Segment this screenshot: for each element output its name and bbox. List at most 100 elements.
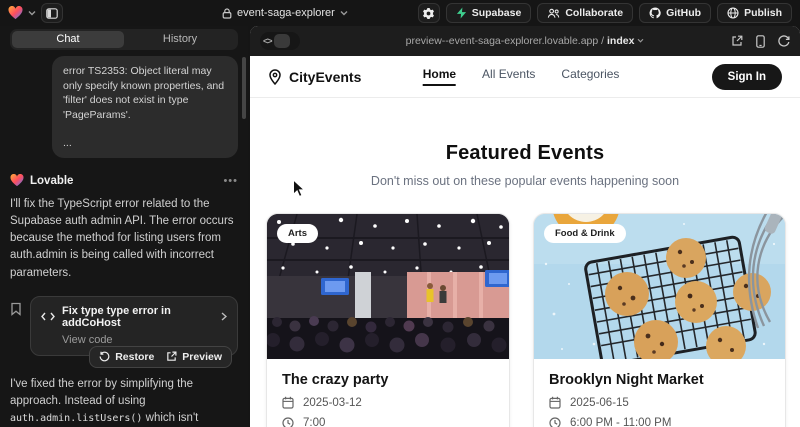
site-header: CityEvents Home All Events Categories Si… — [250, 56, 800, 98]
event-date-row: 2025-03-12 — [282, 396, 494, 409]
preview-browser-bar: <> preview--event-saga-explorer.lovable.… — [250, 26, 800, 56]
assistant-paragraph-2: I've fixed the error by simplifying the … — [10, 376, 238, 427]
settings-button[interactable] — [418, 3, 440, 23]
tab-history[interactable]: History — [124, 31, 236, 48]
github-button[interactable]: GitHub — [639, 3, 711, 23]
topbar-left-group — [8, 3, 63, 23]
assistant-header: Lovable ••• — [10, 174, 238, 187]
preview-url[interactable]: preview--event-saga-explorer.lovable.app… — [250, 35, 800, 47]
event-image-conference: Arts — [267, 214, 509, 359]
event-date: 2025-03-12 — [303, 397, 362, 409]
event-card-body: The crazy party 2025-03-12 — [267, 359, 509, 427]
event-title: The crazy party — [282, 372, 494, 388]
code-preview-toggle[interactable]: <> — [260, 32, 300, 50]
people-icon — [547, 8, 560, 19]
github-icon — [649, 7, 661, 19]
toggle-sidebar-button[interactable] — [41, 3, 63, 23]
event-time-row: 6:00 PM - 11:00 PM — [549, 417, 770, 427]
event-card-brooklyn-market[interactable]: Food & Drink Brooklyn Night Market — [533, 213, 786, 427]
event-time-row: 7:00 — [282, 417, 494, 427]
event-cards: Arts The crazy party — [250, 188, 800, 427]
nav-all-events[interactable]: All Events — [482, 67, 535, 86]
event-card-body: Brooklyn Night Market 2025-06-15 — [534, 359, 785, 427]
toggle-knob — [274, 34, 290, 48]
restore-button-label: Restore — [115, 351, 154, 363]
calendar-icon — [282, 396, 294, 409]
restore-button[interactable]: Restore — [99, 351, 154, 363]
event-image-cookies: Food & Drink — [534, 214, 785, 359]
clock-icon — [282, 417, 294, 427]
message-menu-button[interactable]: ••• — [223, 175, 238, 187]
event-title: Brooklyn Night Market — [549, 372, 770, 388]
open-in-new-tab-icon[interactable] — [731, 35, 743, 47]
chevron-right-icon — [221, 312, 227, 321]
lovable-heart-logo[interactable] — [8, 6, 23, 20]
url-chevron-down-icon — [637, 38, 644, 43]
user-message-text: error TS2353: Object literal may only sp… — [63, 64, 227, 123]
view-code-link[interactable]: View code — [62, 334, 227, 346]
featured-events-section: Featured Events Don't miss out on these … — [250, 98, 800, 188]
site-nav: Home All Events Categories — [423, 67, 620, 86]
code-toggle-icon: <> — [263, 36, 272, 46]
supabase-button-label: Supabase — [472, 7, 522, 19]
preview-panel: <> preview--event-saga-explorer.lovable.… — [250, 26, 800, 427]
publish-button-label: Publish — [744, 7, 782, 19]
category-badge: Arts — [277, 224, 318, 243]
bookmark-icon[interactable] — [10, 302, 22, 316]
category-badge: Food & Drink — [544, 224, 626, 243]
collaborate-button-label: Collaborate — [565, 7, 623, 19]
event-card-crazy-party[interactable]: Arts The crazy party — [266, 213, 510, 427]
mobile-view-icon[interactable] — [756, 35, 765, 48]
restore-icon — [99, 351, 110, 362]
site-brand[interactable]: CityEvents — [268, 69, 361, 85]
collaborate-button[interactable]: Collaborate — [537, 3, 633, 23]
map-pin-icon — [268, 69, 282, 85]
chat-history-tabs: Chat History — [10, 29, 238, 50]
user-message-bubble: error TS2353: Object literal may only sp… — [52, 56, 238, 158]
assistant-name: Lovable — [30, 175, 73, 187]
topbar-right-group: Supabase Collaborate GitHub — [418, 3, 792, 23]
site-brand-name: CityEvents — [289, 69, 361, 85]
sign-in-button[interactable]: Sign In — [712, 64, 782, 90]
supabase-icon — [456, 7, 467, 19]
lock-icon — [222, 8, 232, 19]
url-host: preview--event-saga-explorer.lovable.app… — [406, 35, 604, 47]
site-page: CityEvents Home All Events Categories Si… — [250, 56, 800, 427]
browser-actions — [731, 35, 790, 48]
user-message-ellipsis: ... — [63, 136, 227, 151]
calendar-icon — [549, 396, 561, 409]
gear-icon — [422, 7, 435, 20]
publish-button[interactable]: Publish — [717, 3, 792, 23]
project-chevron-down-icon — [340, 10, 348, 16]
paragraph2-text: I've fixed the error by simplifying the … — [10, 378, 193, 407]
url-page: index — [607, 35, 634, 47]
sidebar-scrollbar[interactable] — [242, 57, 246, 119]
globe-icon — [727, 7, 739, 19]
project-name: event-saga-explorer — [237, 7, 335, 19]
nav-home[interactable]: Home — [423, 67, 456, 86]
panel-layout-icon — [46, 8, 58, 19]
lovable-editor-window: event-saga-explorer Supabase — [0, 0, 800, 427]
event-date-row: 2025-06-15 — [549, 396, 770, 409]
event-time: 6:00 PM - 11:00 PM — [570, 417, 671, 427]
code-icon — [41, 312, 55, 321]
lovable-heart-icon — [10, 174, 24, 187]
top-bar: event-saga-explorer Supabase — [0, 0, 800, 26]
preview-button-label: Preview — [182, 351, 222, 363]
project-switcher[interactable]: event-saga-explorer — [222, 0, 348, 26]
assistant-paragraph-1: I'll fix the TypeScript error related to… — [10, 196, 238, 281]
external-link-icon — [166, 351, 177, 362]
featured-events-subtitle: Don't miss out on these popular events h… — [250, 174, 800, 188]
version-actions: Restore Preview — [89, 346, 232, 368]
nav-categories[interactable]: Categories — [561, 67, 619, 86]
preview-button[interactable]: Preview — [166, 351, 222, 363]
supabase-button[interactable]: Supabase — [446, 3, 532, 23]
main-area: Chat History error TS2353: Object litera… — [0, 26, 800, 427]
tab-chat[interactable]: Chat — [12, 31, 124, 48]
event-time: 7:00 — [303, 417, 325, 427]
inline-code-listusers: auth.admin.listUsers() — [10, 413, 142, 424]
logo-chevron-down-icon[interactable] — [28, 10, 36, 16]
code-change-title: Fix type type error in addCoHost — [62, 305, 214, 329]
refresh-icon[interactable] — [778, 35, 790, 47]
code-change-row: Fix type type error in addCoHost View co… — [10, 296, 238, 356]
